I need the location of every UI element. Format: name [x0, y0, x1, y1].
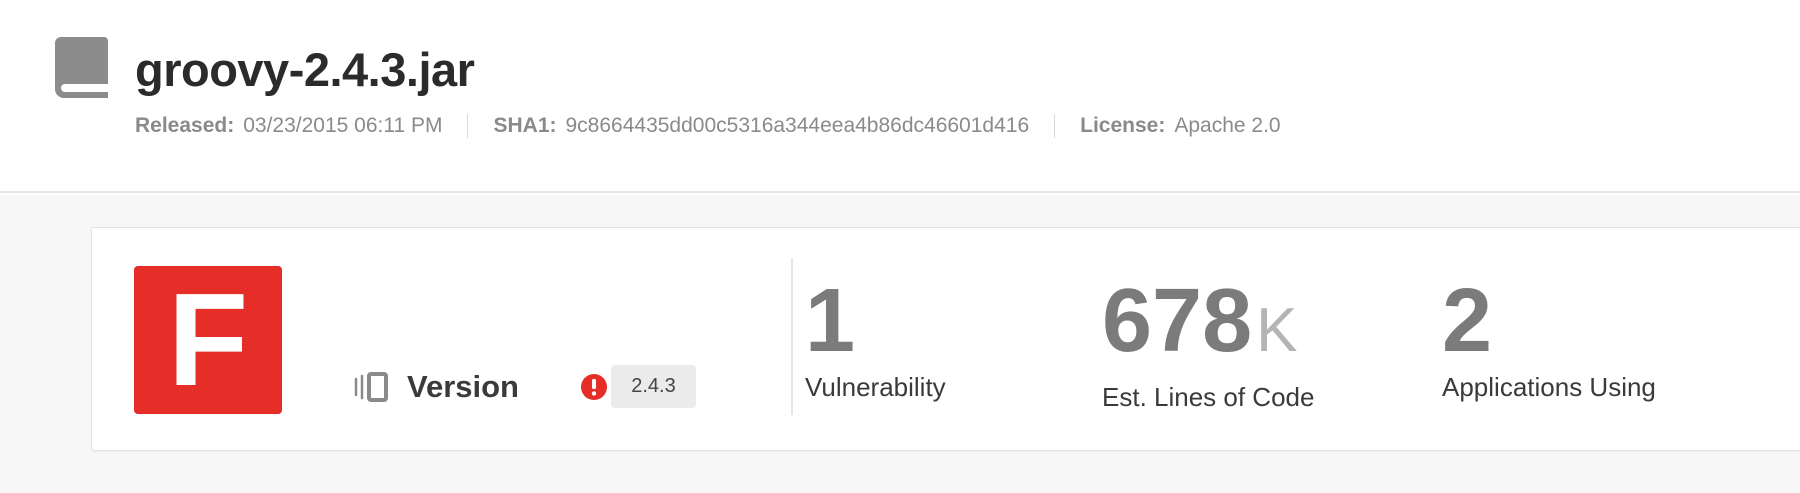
meta-divider	[1054, 114, 1056, 138]
security-grade-badge: F	[134, 266, 282, 414]
applications-label: Applications Using	[1442, 372, 1656, 402]
lines-of-code-label: Est. Lines of Code	[1102, 382, 1315, 412]
license-label: License:	[1080, 114, 1166, 137]
library-header: groovy-2.4.3.jar Released: 03/23/2015 06…	[0, 0, 1800, 193]
version-selector[interactable]: Version	[351, 366, 519, 408]
vulnerability-stat[interactable]: 1 Vulnerability	[805, 276, 946, 403]
meta-divider	[467, 114, 469, 138]
released-label: Released:	[135, 114, 235, 137]
library-meta: Released: 03/23/2015 06:11 PM SHA1: 9c86…	[135, 110, 1281, 142]
applications-count: 2	[1442, 271, 1493, 371]
warning-icon	[581, 374, 607, 400]
lines-of-code-count: 678K	[1102, 271, 1298, 371]
sha1-info: SHA1: 9c8664435dd00c5316a344eea4b86dc466…	[493, 114, 1029, 138]
released-value: 03/23/2015 06:11 PM	[243, 114, 443, 137]
vulnerability-label: Vulnerability	[805, 372, 946, 402]
released-info: Released: 03/23/2015 06:11 PM	[135, 114, 442, 138]
card-divider	[791, 258, 793, 415]
library-title: groovy-2.4.3.jar	[135, 43, 475, 96]
license-info: License: Apache 2.0	[1080, 114, 1280, 138]
version-value-badge[interactable]: 2.4.3	[611, 365, 696, 408]
versions-icon	[354, 372, 388, 402]
version-label: Version	[407, 369, 519, 404]
sha1-label: SHA1:	[493, 114, 557, 137]
applications-using-stat[interactable]: 2 Applications Using	[1442, 276, 1656, 403]
summary-band: F Version 2.4.3 1 Vulnerability 678K Est…	[0, 195, 1800, 493]
sha1-value: 9c8664435dd00c5316a344eea4b86dc46601d416	[565, 114, 1030, 137]
lines-of-code-unit: K	[1256, 296, 1298, 365]
lines-of-code-stat: 678K Est. Lines of Code	[1102, 276, 1314, 413]
vulnerability-count: 1	[805, 271, 856, 371]
license-value: Apache 2.0	[1174, 114, 1281, 137]
summary-card: F Version 2.4.3 1 Vulnerability 678K Est…	[91, 227, 1800, 451]
book-icon	[55, 37, 108, 98]
